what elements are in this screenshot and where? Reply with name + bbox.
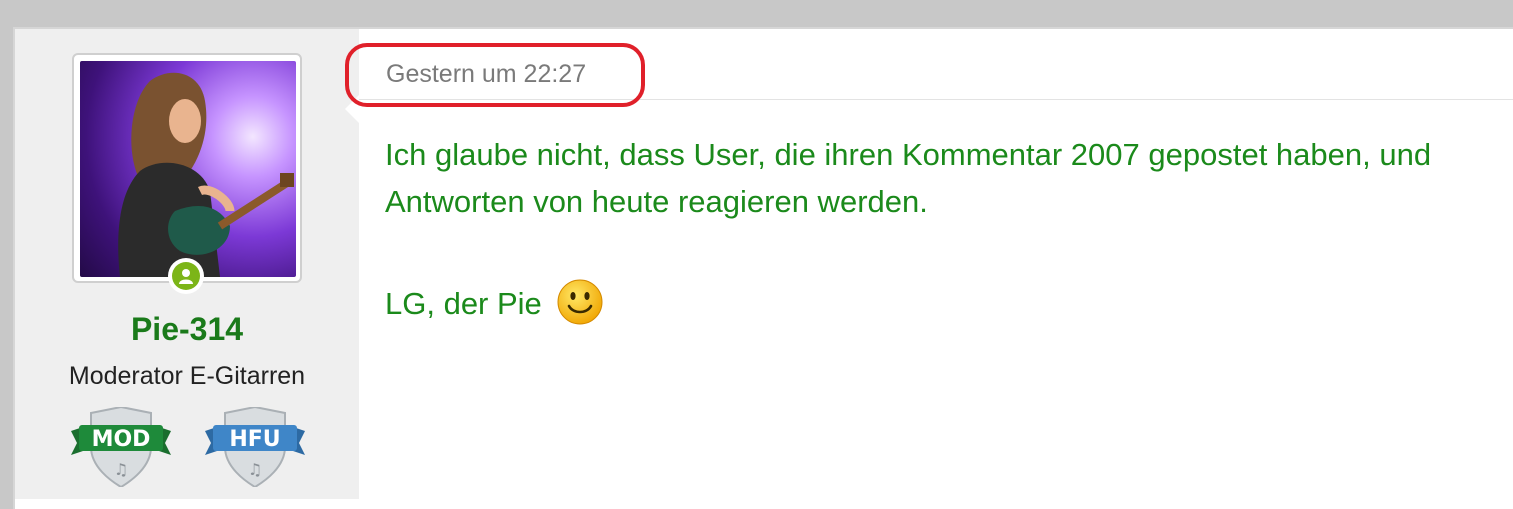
mod-badge-label: MOD [92, 427, 151, 452]
online-status-badge [168, 258, 204, 294]
username[interactable]: Pie-314 [15, 311, 359, 348]
post-message: Ich glaube nicht, dass User, die ihren K… [385, 131, 1513, 339]
signoff-line: LG, der Pie [385, 278, 1513, 339]
avatar-image [80, 61, 296, 277]
smiley-icon [556, 278, 604, 339]
signoff-text: LG, der Pie [385, 286, 542, 321]
hfu-badge-label: HFU [229, 427, 280, 452]
forum-post: Pie-314 Moderator E-Gitarren MOD ♫ HFU ♫ [13, 27, 1513, 509]
mod-badge: MOD ♫ [71, 405, 171, 489]
message-line: Ich glaube nicht, dass User, die ihren K… [385, 137, 1432, 172]
post-content: Gestern um 22:27 Ich glaube nicht, dass … [345, 29, 1513, 499]
post-header: Gestern um 22:27 [345, 29, 1513, 107]
user-title: Moderator E-Gitarren [68, 362, 306, 390]
hfu-badge: HFU ♫ [205, 405, 305, 489]
user-icon [179, 269, 193, 284]
music-note-icon: ♫ [248, 460, 262, 479]
music-note-icon: ♫ [114, 460, 128, 479]
avatar[interactable] [72, 53, 302, 283]
red-highlight-annotation [345, 43, 645, 107]
user-panel: Pie-314 Moderator E-Gitarren MOD ♫ HFU ♫ [15, 29, 359, 499]
message-line: Antworten von heute reagieren werden. [385, 184, 928, 219]
